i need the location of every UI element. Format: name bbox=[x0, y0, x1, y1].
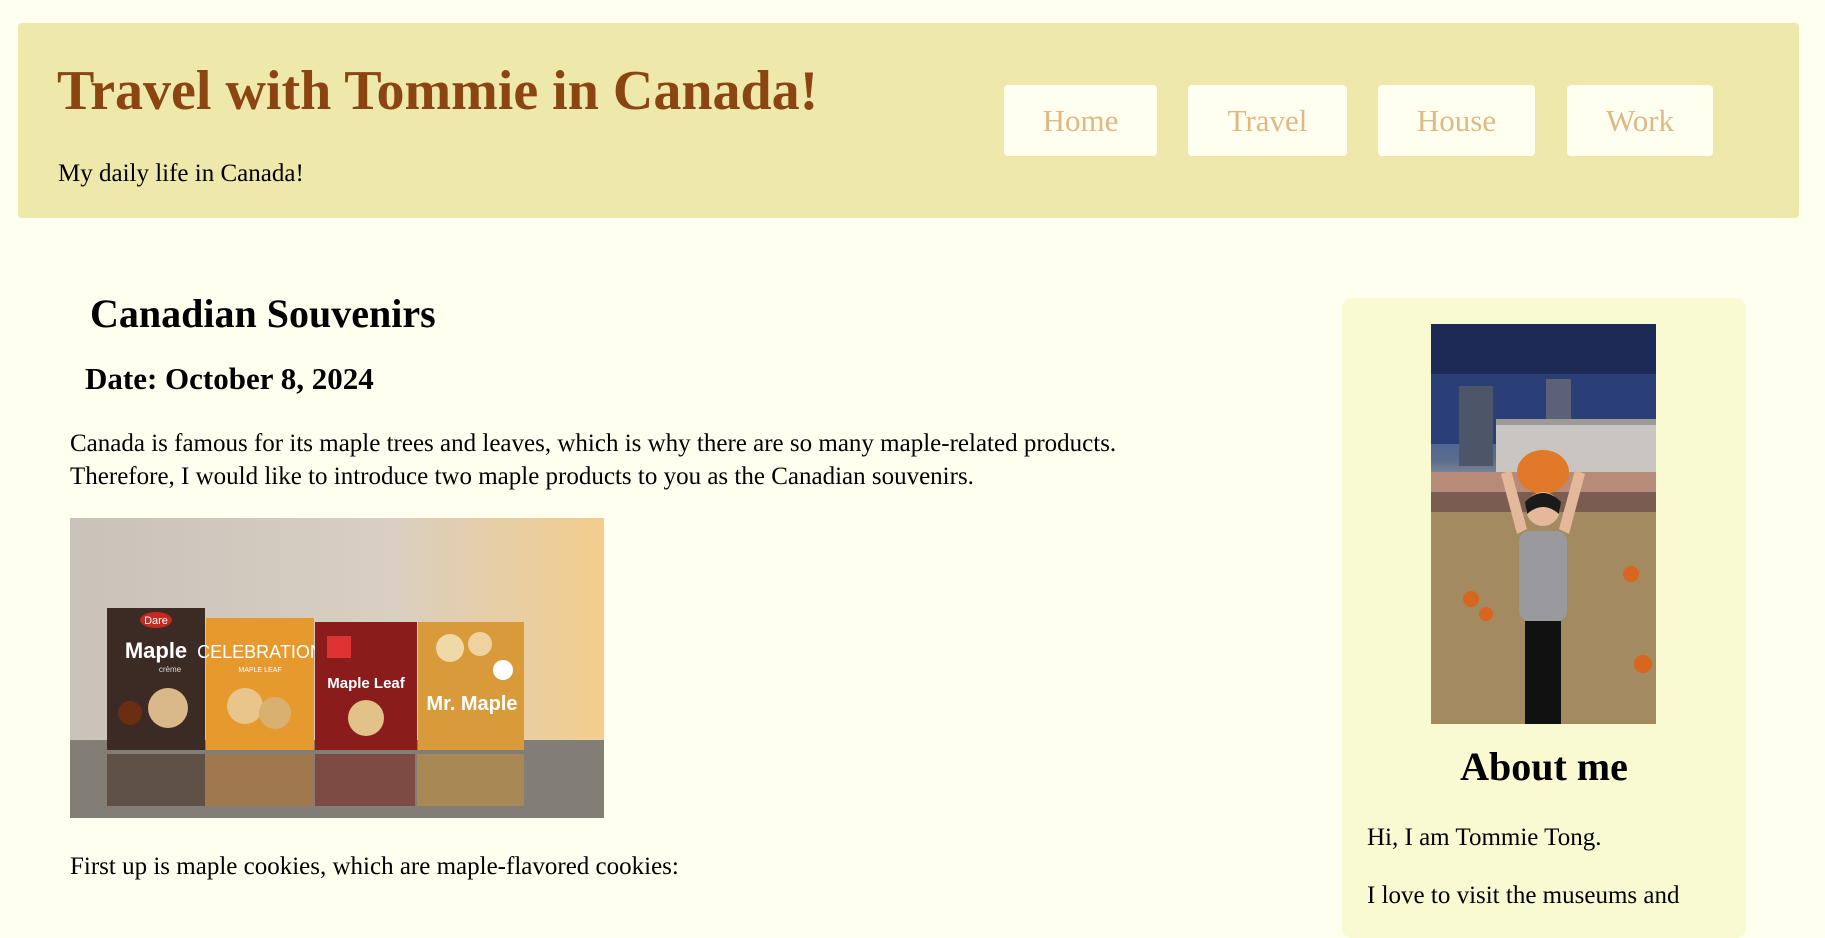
nav-home-button[interactable]: Home bbox=[1004, 85, 1157, 156]
box-1-name: Maple bbox=[125, 638, 187, 663]
profile-photo bbox=[1431, 324, 1656, 724]
post-title: Canadian Souvenirs bbox=[90, 291, 436, 336]
maple-creme-box: Dare Maple crème bbox=[107, 608, 205, 750]
post-paragraph-1: First up is maple cookies, which are map… bbox=[70, 853, 679, 880]
about-paragraph-1: Hi, I am Tommie Tong. bbox=[1367, 824, 1602, 851]
celebration-box: CELEBRATION MAPLE LEAF bbox=[197, 618, 323, 750]
mr-maple-box: Mr. Maple bbox=[418, 622, 524, 750]
post-intro-line-2: Therefore, I would like to introduce two… bbox=[70, 463, 974, 490]
maple-products-photo: Dare Maple crème CELEBRATION MAPLE LEAF … bbox=[70, 518, 604, 818]
post-date: Date: October 8, 2024 bbox=[85, 361, 374, 396]
box-2-sub: MAPLE LEAF bbox=[238, 667, 281, 674]
box-1-brand: Dare bbox=[144, 615, 168, 627]
box-4-name: Mr. Maple bbox=[426, 693, 517, 715]
profile-photo-illustration bbox=[1431, 324, 1656, 724]
box-2-name: CELEBRATION bbox=[197, 642, 323, 662]
about-title: About me bbox=[1460, 744, 1628, 789]
post-intro-line-1: Canada is famous for its maple trees and… bbox=[70, 430, 1117, 457]
about-paragraph-2: I love to visit the museums and bbox=[1367, 882, 1680, 909]
about-sidebar: About me Hi, I am Tommie Tong. I love to… bbox=[1342, 298, 1746, 938]
nav-work-button[interactable]: Work bbox=[1567, 85, 1713, 156]
box-1-sub: crème bbox=[159, 665, 182, 674]
maple-leaf-box: Maple Leaf bbox=[315, 622, 417, 750]
site-title: Travel with Tommie in Canada! bbox=[57, 60, 819, 122]
maple-products-illustration: Dare Maple crème CELEBRATION MAPLE LEAF … bbox=[70, 518, 604, 818]
nav-travel-button[interactable]: Travel bbox=[1188, 85, 1347, 156]
nav-house-button[interactable]: House bbox=[1378, 85, 1535, 156]
site-header: Travel with Tommie in Canada! My daily l… bbox=[18, 23, 1799, 218]
box-3-name: Maple Leaf bbox=[327, 675, 406, 692]
post-intro: Canada is famous for its maple trees and… bbox=[70, 427, 1270, 493]
site-tagline: My daily life in Canada! bbox=[58, 160, 304, 187]
